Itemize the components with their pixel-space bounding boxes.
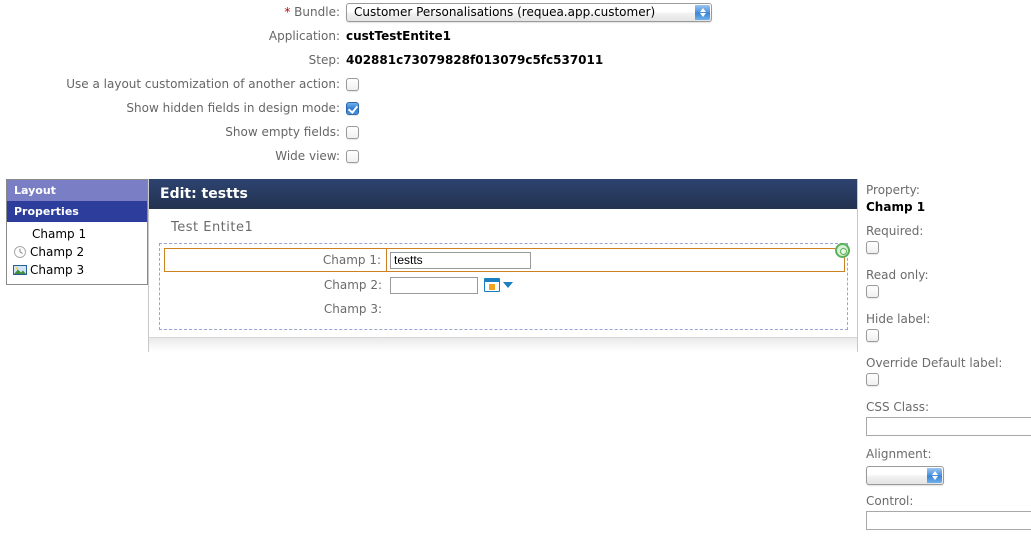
application-value: custTestEntite1 [346, 29, 451, 43]
bundle-select[interactable]: Customer Personalisations (requea.app.cu… [346, 2, 712, 22]
show-hidden-fields-checkbox[interactable] [346, 101, 359, 115]
bundle-select-value: Customer Personalisations (requea.app.cu… [354, 5, 656, 19]
chevron-down-icon [699, 12, 706, 17]
gear-icon[interactable] [835, 243, 850, 258]
hide-label-checkbox-wrap [866, 329, 1031, 345]
champ-1-input[interactable] [390, 251, 531, 269]
form-row-wide-view: Wide view: [0, 144, 1031, 168]
main-panel-footer [149, 337, 857, 352]
form-row-step: Step: 402881c73079828f013079c5fc537011 [0, 48, 1031, 72]
property-label: Property: [866, 183, 920, 197]
required-star: * [284, 5, 291, 19]
override-default-label-checkbox[interactable] [866, 373, 879, 386]
image-icon [13, 263, 27, 277]
left-panel: Layout Properties Champ 1 Champ 2 Champ … [6, 179, 148, 285]
alignment-select[interactable] [866, 465, 944, 485]
control-input[interactable] [866, 510, 1031, 530]
main-panel: Edit: testts Test Entite1 Champ 1: Champ… [148, 179, 858, 352]
tree-item-label: Champ 2 [30, 245, 85, 259]
chevron-down-icon [931, 475, 938, 480]
step-value: 402881c73079828f013079c5fc537011 [346, 53, 604, 67]
champ-2-input[interactable] [390, 276, 478, 294]
control-label: Control: [866, 493, 914, 508]
right-panel: Property: Champ 1 Required: Read only: H… [866, 183, 1031, 541]
main-panel-header: Edit: testts [149, 179, 857, 209]
required-label: Required: [866, 224, 924, 238]
bundle-label-text: Bundle: [294, 5, 340, 19]
property-tree: Champ 1 Champ 2 Champ 3 [7, 222, 147, 284]
show-empty-fields-label: Show empty fields: [225, 125, 340, 139]
field-control-wrap-champ-1 [387, 243, 850, 272]
override-default-label-label: Override Default label: [866, 356, 1003, 370]
top-form: * Bundle: Customer Personalisations (req… [0, 0, 1031, 168]
main-panel-title: Edit: testts [160, 186, 248, 202]
chevron-down-icon[interactable] [503, 282, 513, 288]
calendar-icon[interactable] [484, 278, 500, 292]
property-value: Champ 1 [866, 200, 926, 214]
show-empty-fields-checkbox[interactable] [346, 125, 359, 139]
field-label-champ-3: Champ 3: [323, 302, 382, 316]
tab-properties[interactable]: Properties [7, 201, 147, 222]
alignment-label: Alignment: [866, 447, 932, 461]
tab-layout[interactable]: Layout [7, 180, 147, 201]
required-checkbox-wrap [866, 241, 1031, 257]
use-layout-customization-checkbox[interactable] [346, 77, 359, 91]
tree-item-champ-2[interactable]: Champ 2 [7, 243, 147, 261]
read-only-checkbox[interactable] [866, 285, 879, 298]
clock-icon [13, 245, 27, 259]
form-row-application: Application: custTestEntite1 [0, 24, 1031, 48]
bundle-label: * Bundle: [0, 5, 346, 19]
main-panel-body: Test Entite1 Champ 1: Champ 2: Champ 3: [149, 209, 857, 330]
wide-view-label: Wide view: [275, 149, 340, 163]
step-label: Step: [308, 53, 340, 67]
entity-title: Test Entite1 [171, 220, 254, 235]
spinner-arrows-icon[interactable] [695, 4, 710, 20]
tree-item-champ-1[interactable]: Champ 1 [7, 225, 147, 243]
read-only-checkbox-wrap [866, 285, 1031, 301]
field-row-champ-3[interactable]: Champ 3: [162, 298, 845, 320]
spinner-arrows-icon[interactable] [927, 467, 942, 483]
form-row-use-layout-customization: Use a layout customization of another ac… [0, 72, 1031, 96]
form-row-show-hidden-fields: Show hidden fields in design mode: [0, 96, 1031, 120]
tree-item-champ-3[interactable]: Champ 3 [7, 261, 147, 279]
override-default-label-checkbox-wrap [866, 373, 1031, 389]
form-row-show-empty-fields: Show empty fields: [0, 120, 1031, 144]
hide-label-checkbox[interactable] [866, 329, 879, 342]
read-only-label: Read only: [866, 268, 929, 282]
tree-item-label: Champ 3 [30, 263, 85, 277]
wide-view-checkbox[interactable] [346, 149, 359, 163]
form-row-bundle: * Bundle: Customer Personalisations (req… [0, 0, 1031, 24]
field-container: Champ 1: Champ 2: Champ 3: [159, 243, 850, 330]
field-label-champ-1: Champ 1: [164, 248, 387, 272]
hide-label-label: Hide label: [866, 312, 931, 326]
chevron-up-icon [931, 470, 938, 475]
css-class-label: CSS Class: [866, 400, 930, 414]
css-class-input[interactable] [866, 417, 1031, 436]
required-checkbox[interactable] [866, 241, 879, 254]
show-hidden-fields-label: Show hidden fields in design mode: [126, 101, 340, 115]
chevron-up-icon [699, 7, 706, 12]
field-row-champ-1[interactable]: Champ 1: [162, 243, 850, 272]
tree-item-label: Champ 1 [32, 227, 87, 241]
field-row-champ-2[interactable]: Champ 2: [162, 274, 845, 296]
application-label: Application: [268, 29, 340, 43]
use-layout-customization-label: Use a layout customization of another ac… [66, 77, 340, 91]
field-label-champ-2: Champ 2: [323, 278, 382, 292]
